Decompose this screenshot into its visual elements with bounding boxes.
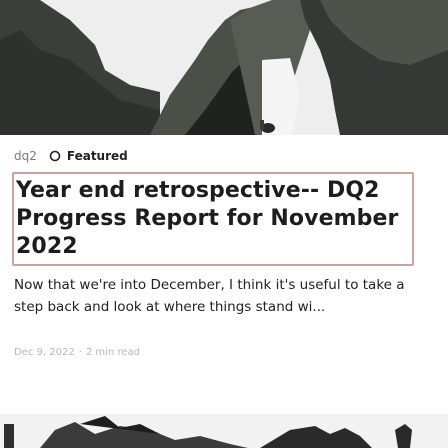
next-cover-illustration xyxy=(0,400,448,448)
featured-label: Featured xyxy=(66,149,128,163)
author-tag[interactable]: dq2 xyxy=(14,149,37,163)
next-post-cover-image[interactable] xyxy=(0,400,448,448)
star-outline-icon xyxy=(49,150,61,162)
post-cover-image[interactable] xyxy=(0,0,448,135)
post-excerpt: Now that we're into December, I think it… xyxy=(14,277,405,315)
cover-illustration xyxy=(0,0,448,135)
read-time: 2 min read xyxy=(85,347,140,358)
post-title-link[interactable]: Year end retrospective-- DQ2 Progress Re… xyxy=(12,172,414,266)
post-date: Dec 9, 2022 xyxy=(14,347,75,358)
post-meta-row: dq2 Featured xyxy=(14,146,128,166)
byline-separator: · xyxy=(78,347,82,358)
post-byline: Dec 9, 2022 · 2 min read xyxy=(14,347,140,358)
featured-badge: Featured xyxy=(49,149,128,163)
post-title: Year end retrospective-- DQ2 Progress Re… xyxy=(16,178,399,259)
